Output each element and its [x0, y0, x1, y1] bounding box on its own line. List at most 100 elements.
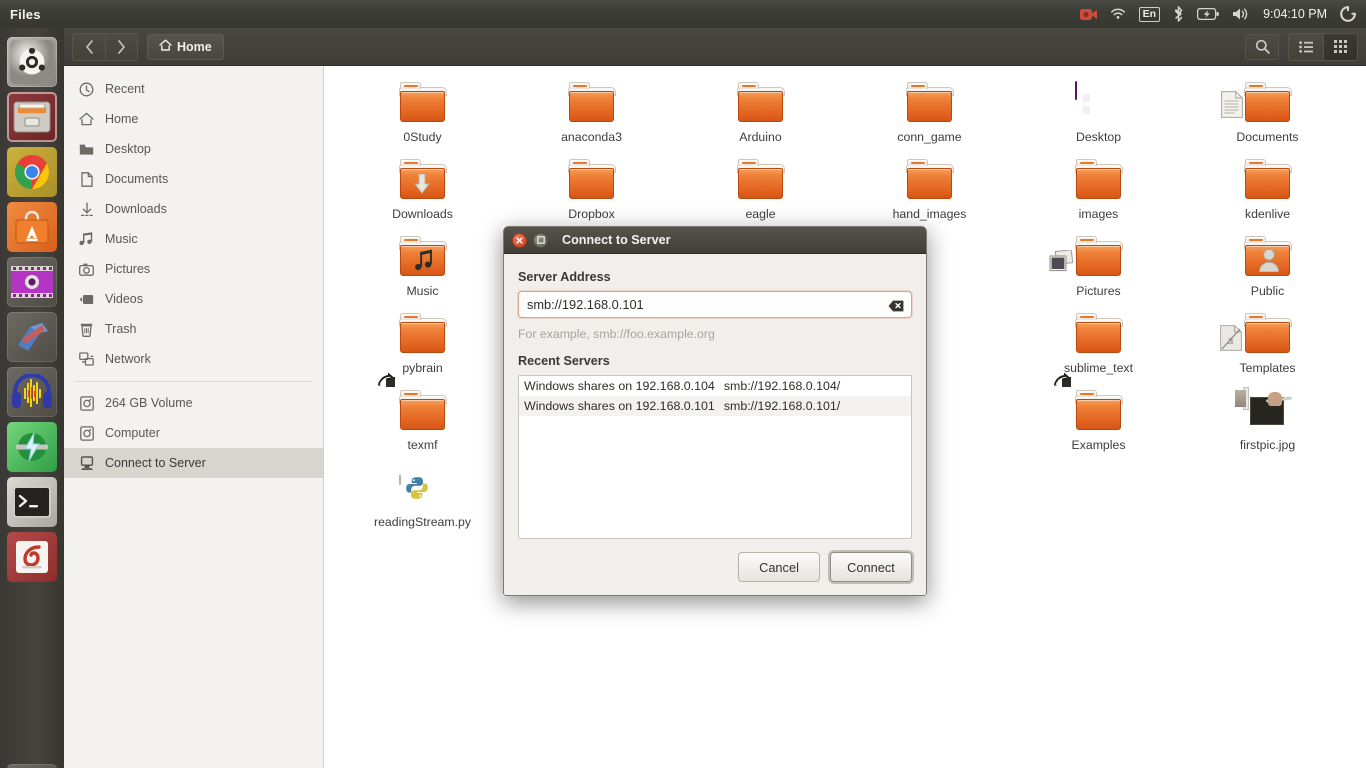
connect-button[interactable]: Connect [830, 552, 912, 582]
file-item[interactable]: firstpic.jpg [1193, 388, 1343, 465]
screen-recorder-icon[interactable] [1079, 8, 1097, 21]
volume-icon[interactable] [1232, 7, 1250, 21]
file-item[interactable]: texmf [348, 372, 498, 465]
sidebar-label: 264 GB Volume [105, 396, 193, 410]
file-icon [377, 372, 447, 434]
sidebar-item-trash[interactable]: Trash [64, 314, 323, 344]
forward-button[interactable] [105, 33, 137, 60]
launcher-audacity-icon[interactable] [7, 367, 57, 417]
dialog-titlebar: Connect to Server [504, 227, 926, 254]
clear-entry-icon[interactable] [888, 299, 904, 311]
file-item[interactable]: Pictures [1024, 234, 1174, 311]
recent-server-row[interactable]: Windows shares on 192.168.0.101 smb://192… [519, 396, 911, 416]
pictures-emblem-icon [1049, 249, 1073, 277]
file-label: pybrain [402, 361, 443, 375]
file-item[interactable]: a Templates [1193, 311, 1343, 388]
file-label: kdenlive [1244, 207, 1291, 221]
file-item[interactable]: Public [1193, 234, 1343, 311]
file-label: texmf [407, 438, 438, 452]
server-icon [78, 455, 95, 472]
launcher-trash-icon[interactable] [7, 764, 57, 768]
back-button[interactable] [73, 33, 105, 60]
file-item[interactable]: sublime_text [1024, 311, 1174, 388]
file-item[interactable]: hand_images [855, 157, 1005, 234]
sidebar-item-computer[interactable]: Computer [64, 418, 323, 448]
camera-icon [78, 261, 95, 278]
file-item[interactable]: conn_game [855, 80, 1005, 157]
file-icon [905, 159, 954, 203]
recent-server-name: Windows shares on 192.168.0.104 [524, 379, 715, 393]
launcher-terminal-icon[interactable] [7, 477, 57, 527]
cancel-button[interactable]: Cancel [738, 552, 820, 582]
wifi-icon[interactable] [1110, 8, 1126, 20]
file-item[interactable]: Music [348, 234, 498, 311]
top-panel: Files En 9:04:10 PM [0, 0, 1366, 28]
file-item[interactable]: Desktop [1024, 80, 1174, 157]
sidebar-label: Connect to Server [105, 456, 206, 470]
file-item[interactable]: readingStream.py [348, 465, 498, 542]
sidebar-item-connect-to-server[interactable]: Connect to Server [64, 448, 323, 478]
file-item[interactable]: 0Study [348, 80, 498, 157]
sidebar-item-downloads[interactable]: Downloads [64, 194, 323, 224]
bluetooth-icon[interactable] [1173, 6, 1184, 22]
sidebar-item-documents[interactable]: Documents [64, 164, 323, 194]
file-item[interactable]: kdenlive [1193, 157, 1343, 234]
file-label: Examples [1071, 438, 1126, 452]
sidebar-label: Home [105, 112, 139, 126]
server-address-input[interactable] [518, 291, 912, 318]
recent-servers-list[interactable]: Windows shares on 192.168.0.104 smb://192… [518, 375, 912, 539]
grid-view-button[interactable] [1323, 33, 1357, 60]
sidebar-item-network[interactable]: Network [64, 344, 323, 374]
file-label: eagle [745, 207, 776, 221]
battery-icon[interactable] [1197, 8, 1219, 20]
file-item[interactable]: Documents [1193, 80, 1343, 157]
file-icon [1243, 236, 1292, 280]
file-item[interactable]: images [1024, 157, 1174, 234]
launcher-video-editor-icon[interactable] [7, 257, 57, 307]
view-mode-group [1288, 32, 1358, 61]
search-button[interactable] [1245, 33, 1279, 60]
server-address-hint: For example, smb://foo.example.org [518, 327, 715, 341]
close-icon[interactable] [512, 232, 527, 248]
launcher-arduino-ide-icon[interactable] [7, 422, 57, 472]
launcher-ubuntu-dash-icon[interactable] [7, 37, 57, 87]
recent-server-row[interactable]: Windows shares on 192.168.0.104 smb://192… [519, 376, 911, 396]
sidebar-item-264gb-volume[interactable]: 264 GB Volume [64, 388, 323, 418]
maximize-icon[interactable] [533, 232, 548, 248]
network-icon [78, 351, 95, 368]
sidebar-item-music[interactable]: Music [64, 224, 323, 254]
keyboard-layout-indicator[interactable]: En [1138, 6, 1161, 22]
file-icon [1074, 159, 1123, 203]
file-label: Arduino [739, 130, 782, 144]
sidebar-item-recent[interactable]: Recent [64, 74, 323, 104]
file-item[interactable]: Dropbox [517, 157, 667, 234]
launcher-chrome-icon[interactable] [7, 147, 57, 197]
sidebar-item-desktop[interactable]: Desktop [64, 134, 323, 164]
sidebar-item-videos[interactable]: Videos [64, 284, 323, 314]
file-item[interactable]: Examples [1024, 372, 1174, 465]
file-item[interactable]: eagle [686, 157, 836, 234]
file-icon [905, 82, 954, 126]
launcher-blender-icon[interactable] [7, 312, 57, 362]
sidebar-label: Trash [105, 322, 137, 336]
list-view-button[interactable] [1289, 33, 1323, 60]
breadcrumb-home-button[interactable]: Home [147, 33, 224, 60]
launcher-files-icon[interactable] [7, 92, 57, 142]
launcher-document-viewer-icon[interactable] [7, 532, 57, 582]
sidebar-item-home[interactable]: Home [64, 104, 323, 134]
panel-app-title[interactable]: Files [10, 7, 41, 22]
clock-indicator[interactable]: 9:04:10 PM [1263, 7, 1327, 21]
file-item[interactable]: pybrain [348, 311, 498, 388]
file-icon [567, 159, 616, 203]
file-item[interactable]: Arduino [686, 80, 836, 157]
file-icon: a [1219, 313, 1292, 357]
system-settings-icon[interactable] [1340, 6, 1356, 22]
file-label: Documents [1236, 130, 1299, 144]
symlink-emblem-icon [1053, 372, 1071, 387]
file-icon [398, 82, 447, 126]
file-item[interactable]: Downloads [348, 157, 498, 234]
launcher-software-center-icon[interactable] [7, 202, 57, 252]
file-item[interactable]: anaconda3 [517, 80, 667, 157]
recent-server-name: Windows shares on 192.168.0.101 [524, 399, 715, 413]
sidebar-item-pictures[interactable]: Pictures [64, 254, 323, 284]
